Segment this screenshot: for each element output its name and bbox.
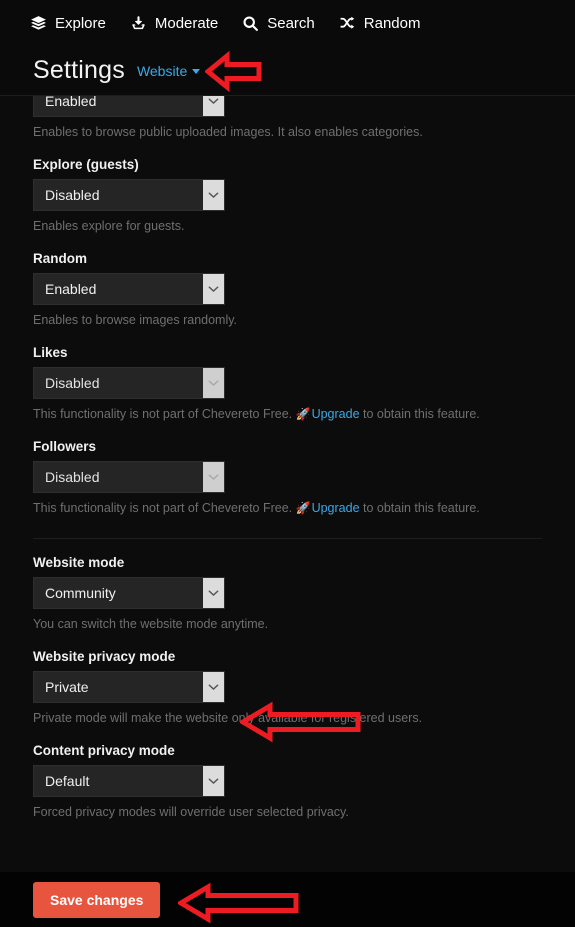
setting-hint: This functionality is not part of Chever… (33, 500, 542, 517)
select-value: Enabled (45, 280, 97, 297)
nav-item-moderate[interactable]: Moderate (130, 15, 218, 32)
rocket-icon: 🚀 (295, 500, 311, 515)
setting-field-website-privacy-mode: Website privacy mode Private Private mod… (33, 633, 542, 727)
setting-field-explore-guests: Explore (guests) Disabled Enables explor… (33, 141, 542, 235)
upgrade-link[interactable]: Upgrade (312, 407, 360, 421)
hint-text: Enables to browse public uploaded images… (33, 125, 423, 139)
select-website-mode[interactable]: Community (33, 577, 225, 610)
hint-text-after: to obtain this feature. (359, 406, 480, 421)
settings-section-dropdown[interactable]: Website (136, 62, 201, 79)
select-random[interactable]: Enabled (33, 272, 225, 305)
setting-field-website-mode: Website mode Community You can switch th… (33, 539, 542, 633)
setting-label: Likes (33, 344, 68, 360)
chevron-down-icon (192, 69, 201, 74)
setting-hint: Enables to browse public uploaded images… (33, 124, 542, 141)
chevron-down-icon[interactable] (203, 179, 224, 210)
setting-field-followers: Followers Disabled This functionality is… (33, 423, 542, 517)
chevron-down-icon[interactable] (203, 578, 224, 609)
hint-text: Forced privacy modes will override user … (33, 805, 349, 820)
select-explore[interactable]: Enabled (33, 95, 225, 117)
select-explore-guests[interactable]: Disabled (33, 178, 225, 211)
layers-icon (30, 15, 47, 32)
select-value: Community (45, 585, 116, 602)
settings-section-label: Website (136, 62, 188, 79)
setting-label: Content privacy mode (33, 743, 175, 759)
select-value: Disabled (45, 374, 100, 391)
setting-field-likes: Likes Disabled This functionality is not… (33, 329, 542, 423)
setting-label: Website mode (33, 555, 125, 571)
chevron-down-icon[interactable] (203, 273, 224, 304)
chevron-down-icon (203, 461, 224, 492)
setting-hint: Enables to browse images randomly. (33, 312, 542, 329)
setting-label: Random (33, 250, 87, 266)
form-footer: Save changes (0, 872, 575, 927)
chevron-down-icon[interactable] (203, 96, 224, 116)
moderate-inbox-icon (130, 15, 147, 32)
select-value: Disabled (45, 186, 100, 203)
setting-field-content-privacy-mode: Content privacy mode Default Forced priv… (33, 727, 542, 821)
setting-hint: You can switch the website mode anytime. (33, 616, 542, 633)
nav-item-random[interactable]: Random (339, 14, 421, 32)
hint-text: Enables explore for guests. (33, 218, 185, 233)
nav-label-explore: Explore (55, 14, 106, 32)
settings-panel: Enabled Enables to browse public uploade… (0, 95, 575, 872)
nav-item-explore[interactable]: Explore (30, 15, 106, 32)
setting-hint: This functionality is not part of Chever… (33, 406, 542, 423)
upgrade-link[interactable]: Upgrade (312, 501, 360, 515)
chevron-down-icon (203, 367, 224, 398)
shuffle-icon (339, 15, 356, 32)
save-changes-button[interactable]: Save changes (33, 882, 161, 918)
setting-label: Followers (33, 438, 97, 454)
hint-text: Private mode will make the website only … (33, 711, 423, 726)
chevron-down-icon[interactable] (203, 766, 224, 797)
hint-text: You can switch the website mode anytime. (33, 617, 269, 632)
nav-label-moderate: Moderate (154, 14, 219, 32)
nav-label-random: Random (363, 14, 421, 32)
nav-item-search[interactable]: Search (242, 15, 315, 32)
chevron-down-icon[interactable] (203, 672, 224, 703)
setting-hint: Private mode will make the website only … (33, 710, 542, 727)
search-icon (242, 15, 259, 32)
hint-text-after: to obtain this feature. (359, 500, 480, 515)
setting-hint: Forced privacy modes will override user … (33, 804, 542, 821)
hint-text: Enables to browse images randomly. (33, 312, 238, 327)
select-website-privacy-mode[interactable]: Private (33, 671, 225, 704)
select-likes: Disabled (33, 366, 225, 399)
settings-page: Explore Moderate Search Random Settings … (0, 0, 575, 927)
nav-label-search: Search (267, 14, 315, 32)
select-followers: Disabled (33, 460, 225, 493)
rocket-icon: 🚀 (295, 406, 311, 421)
hint-text: This functionality is not part of Chever… (33, 406, 296, 421)
setting-hint: Enables explore for guests. (33, 218, 542, 235)
hint-text: This functionality is not part of Chever… (33, 500, 296, 515)
setting-field-explore: Enabled Enables to browse public uploade… (33, 95, 542, 141)
page-header: Settings Website (0, 46, 575, 95)
select-value: Private (45, 679, 89, 696)
setting-label: Explore (guests) (33, 156, 139, 172)
select-value: Default (45, 773, 90, 790)
select-content-privacy-mode[interactable]: Default (33, 765, 225, 798)
top-navigation: Explore Moderate Search Random (0, 0, 575, 46)
select-value: Enabled (45, 95, 97, 109)
select-value: Disabled (45, 468, 100, 485)
setting-field-random: Random Enabled Enables to browse images … (33, 235, 542, 329)
page-title: Settings (33, 56, 125, 84)
setting-label: Website privacy mode (33, 649, 176, 665)
